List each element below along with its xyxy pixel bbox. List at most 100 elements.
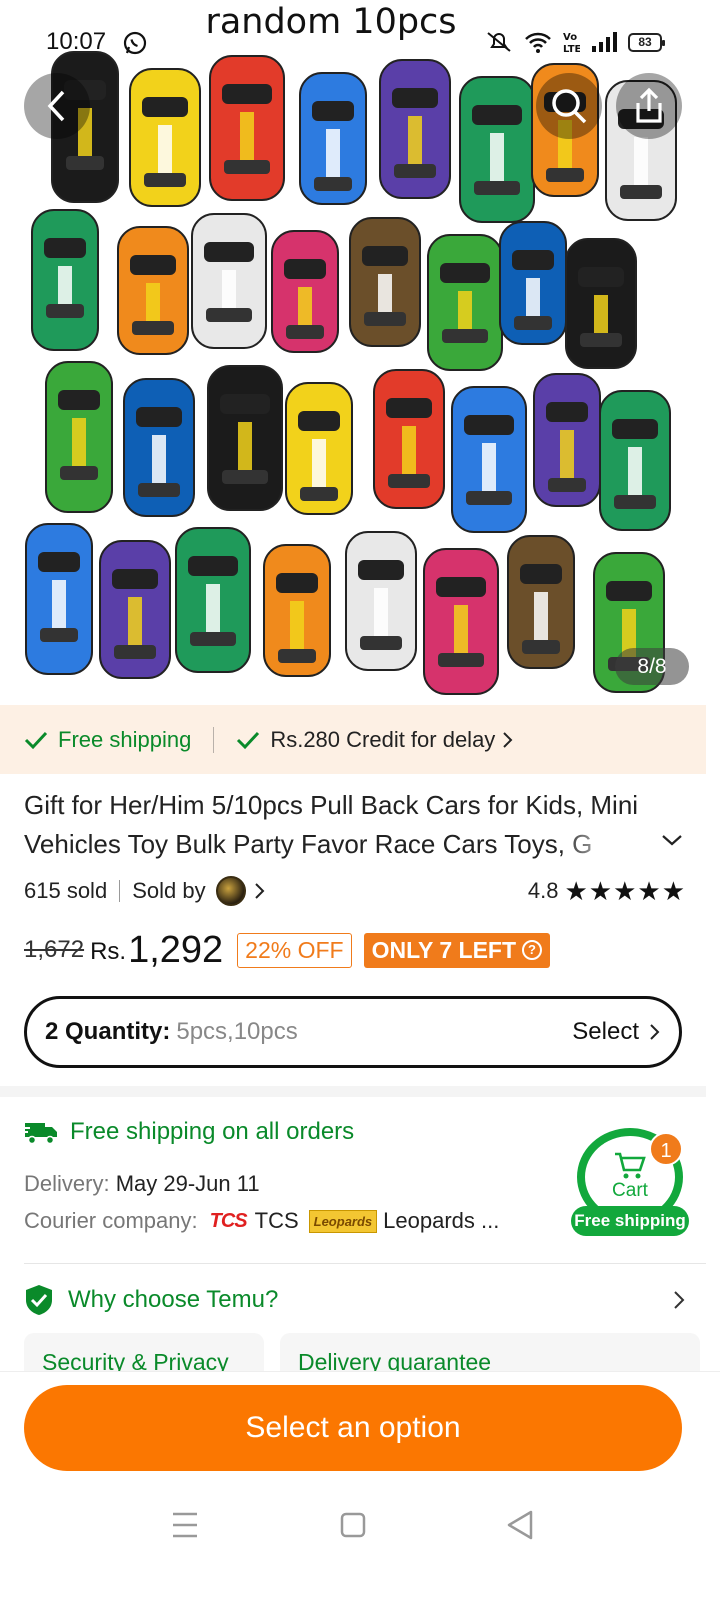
select-button[interactable]: Select bbox=[572, 1018, 661, 1046]
car-rear-window bbox=[66, 156, 104, 170]
image-counter: 8/8 bbox=[615, 648, 689, 685]
car-rear-window bbox=[360, 636, 402, 650]
svg-text:Vo: Vo bbox=[563, 32, 577, 43]
guarantee-cards: Security & Privacy Delivery guarantee bbox=[24, 1333, 706, 1371]
car-rear-window bbox=[474, 181, 520, 195]
truck-icon bbox=[24, 1123, 57, 1145]
car-rear-window bbox=[278, 649, 316, 663]
courier-label: Courier company: bbox=[24, 1208, 198, 1233]
car-stripe bbox=[128, 597, 142, 647]
wifi-icon bbox=[525, 32, 551, 53]
mute-icon bbox=[487, 32, 511, 52]
car-stripe bbox=[454, 605, 468, 655]
share-button[interactable] bbox=[616, 73, 682, 139]
help-icon: ? bbox=[522, 940, 543, 960]
car-rear-window bbox=[514, 316, 552, 330]
chevron-down-icon bbox=[662, 835, 682, 846]
car-rear-window bbox=[522, 640, 560, 654]
card-delivery[interactable]: Delivery guarantee bbox=[280, 1333, 700, 1371]
car-rear-window bbox=[580, 333, 622, 347]
car-rear-window bbox=[132, 321, 174, 335]
svg-text:LTE: LTE bbox=[563, 44, 580, 54]
car-rear-window bbox=[114, 645, 156, 659]
rating[interactable]: 4.8 ★★★★★ bbox=[528, 876, 686, 907]
seller-avatar[interactable] bbox=[215, 876, 246, 906]
free-shipping-label: Free shipping bbox=[58, 726, 192, 752]
share-icon bbox=[636, 87, 662, 123]
sales-row: 615 sold Sold by 4.8 ★★★★★ bbox=[24, 873, 686, 909]
car-rear-window bbox=[620, 185, 662, 199]
search-icon bbox=[552, 89, 587, 124]
select-label: Select bbox=[572, 1018, 639, 1045]
expand-title-button[interactable] bbox=[660, 832, 684, 853]
car-stripe bbox=[238, 422, 252, 472]
car-stripe bbox=[326, 129, 340, 179]
car-rear-window bbox=[614, 495, 656, 509]
car-stripe bbox=[534, 592, 548, 642]
car-windshield bbox=[362, 246, 408, 266]
why-choose-temu[interactable]: Why choose Temu? bbox=[24, 1280, 686, 1320]
car-rear-window bbox=[40, 628, 78, 642]
quantity-selector[interactable]: 2 Quantity: 5pcs,10pcs Select bbox=[24, 996, 682, 1068]
car-windshield bbox=[464, 415, 514, 435]
title-fade bbox=[560, 826, 650, 866]
car-windshield bbox=[386, 398, 432, 418]
rating-stars: ★★★★★ bbox=[564, 875, 686, 906]
status-time: 10:07 bbox=[46, 28, 107, 55]
cart-button[interactable]: Cart Free shipping 1 bbox=[571, 1128, 689, 1236]
car-windshield bbox=[472, 105, 522, 125]
check-icon bbox=[237, 731, 260, 749]
free-shipping-all[interactable]: Free shipping on all orders bbox=[24, 1118, 354, 1146]
car-windshield bbox=[284, 259, 326, 279]
status-icons: Vo LTE 83 bbox=[484, 30, 665, 54]
divider bbox=[119, 880, 121, 902]
car-rear-window bbox=[394, 164, 436, 178]
car-stripe bbox=[158, 125, 172, 175]
car-windshield bbox=[188, 556, 238, 576]
car-rear-window bbox=[286, 325, 324, 339]
section-divider bbox=[0, 1086, 706, 1097]
discount-badge: 22% OFF bbox=[237, 932, 352, 968]
stock-label: ONLY 7 LEFT bbox=[371, 936, 517, 963]
car-windshield bbox=[520, 564, 562, 584]
car-stripe bbox=[408, 116, 422, 166]
car-windshield bbox=[440, 263, 490, 283]
car-rear-window bbox=[548, 478, 586, 492]
car-windshield bbox=[58, 390, 100, 410]
car-windshield bbox=[142, 97, 188, 117]
shipping-banner[interactable]: Free shipping Rs.280 Credit for delay bbox=[0, 705, 706, 774]
home-nav-button[interactable] bbox=[340, 1512, 366, 1538]
car-windshield bbox=[578, 267, 624, 287]
car-windshield bbox=[276, 573, 318, 593]
car-windshield bbox=[436, 577, 486, 597]
car-windshield bbox=[222, 84, 272, 104]
select-option-button[interactable]: Select an option bbox=[24, 1385, 682, 1471]
cart-count-badge: 1 bbox=[649, 1132, 683, 1166]
back-nav-button[interactable] bbox=[507, 1510, 533, 1540]
car-rear-window bbox=[60, 466, 98, 480]
why-label: Why choose Temu? bbox=[68, 1286, 279, 1313]
car-rear-window bbox=[224, 160, 270, 174]
chevron-right-icon bbox=[674, 1291, 685, 1309]
courier-leopards: Leopards ... bbox=[383, 1208, 500, 1233]
car-stripe bbox=[312, 439, 326, 489]
cart-label: Cart bbox=[612, 1180, 648, 1201]
car-rear-window bbox=[144, 173, 186, 187]
car-stripe bbox=[52, 580, 66, 630]
shield-check-icon bbox=[26, 1285, 52, 1315]
car-windshield bbox=[546, 402, 588, 422]
car-rear-window bbox=[46, 304, 84, 318]
car-rear-window bbox=[138, 483, 180, 497]
car-rear-window bbox=[190, 632, 236, 646]
stock-badge[interactable]: ONLY 7 LEFT ? bbox=[363, 932, 551, 968]
sold-by-label: Sold by bbox=[132, 878, 206, 903]
search-button[interactable] bbox=[536, 73, 602, 139]
cart-free-shipping: Free shipping bbox=[571, 1206, 689, 1236]
car-rear-window bbox=[466, 491, 512, 505]
menu-nav-button[interactable] bbox=[173, 1512, 197, 1538]
card-security[interactable]: Security & Privacy bbox=[24, 1333, 264, 1371]
car-stripe bbox=[634, 137, 648, 187]
rating-value: 4.8 bbox=[527, 878, 559, 903]
back-button[interactable] bbox=[24, 73, 90, 139]
car-windshield bbox=[44, 238, 86, 258]
